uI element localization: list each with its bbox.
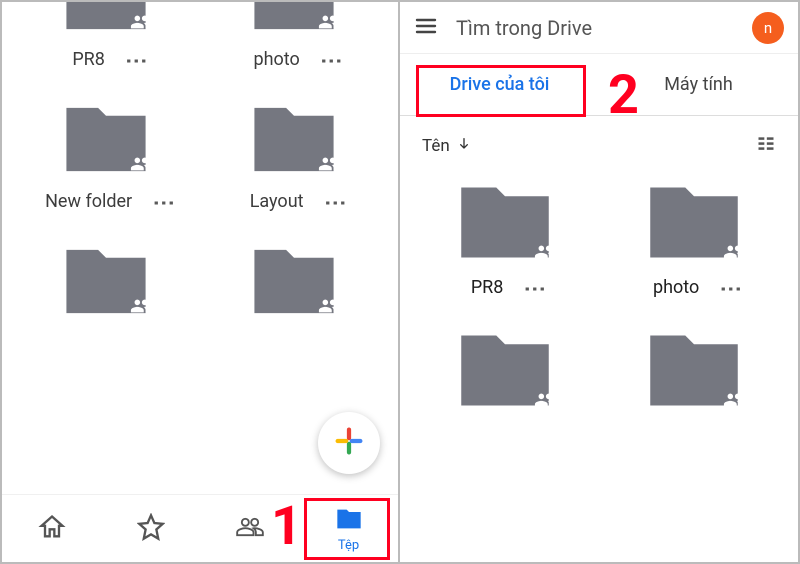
folder-icon [440,318,570,423]
folder-label: Layout [250,191,304,212]
shared-icon [318,153,340,175]
folder-label: PR8 [471,277,504,298]
folder-icon [234,2,354,45]
people-icon [236,513,264,545]
shared-icon [130,153,152,175]
folder-item-partial[interactable] [200,2,388,45]
folder-item-partial[interactable] [12,2,200,45]
shared-icon [723,389,745,411]
folder-icon [440,170,570,275]
folder-item[interactable] [200,234,388,329]
add-button[interactable] [318,412,380,474]
folder-icon [46,92,166,187]
shared-icon [534,241,556,263]
sort-button[interactable]: Tên [422,136,472,157]
folder-grid: PR8 ⋮ photo ⋮ [2,2,398,329]
folder-item[interactable] [12,234,200,329]
plus-icon [332,424,366,462]
folder-item[interactable] [410,318,599,423]
folder-label: photo [653,277,699,298]
star-icon [137,513,165,545]
home-icon [38,513,66,545]
more-icon[interactable]: ⋮ [725,278,734,298]
shared-icon [318,11,340,33]
nav-home[interactable] [2,495,101,562]
folder-icon [629,170,759,275]
nav-files[interactable]: Tệp [299,495,398,562]
folder-icon [629,318,759,423]
more-icon[interactable]: ⋮ [330,192,339,212]
bottom-nav: Tệp [2,494,398,562]
shared-icon [130,295,152,317]
folder-label: PR8 [72,49,105,70]
arrow-down-icon [456,136,472,157]
left-screenshot: PR8 ⋮ photo ⋮ [2,2,400,562]
nav-shared[interactable] [200,495,299,562]
folder-item[interactable] [599,318,788,423]
drive-tabs: Drive của tôi Máy tính [400,54,798,116]
search-placeholder: Tìm trong Drive [456,16,734,40]
folder-icon [46,234,166,329]
folder-item[interactable] [12,92,200,187]
nav-starred[interactable] [101,495,200,562]
sort-row: Tên [400,116,798,164]
folder-label: photo [253,49,299,70]
right-screenshot: Tìm trong Drive n Drive của tôi Máy tính… [400,2,798,562]
folder-item[interactable] [599,170,788,275]
menu-icon[interactable] [414,14,438,42]
more-icon[interactable]: ⋮ [158,192,167,212]
folder-grid: PR8 ⋮ photo ⋮ [400,170,798,423]
folder-label: New folder [45,191,132,212]
shared-icon [318,295,340,317]
shared-icon [130,11,152,33]
more-icon[interactable]: ⋮ [131,50,140,70]
more-icon[interactable]: ⋮ [326,50,335,70]
more-icon[interactable]: ⋮ [529,278,538,298]
shared-icon [723,241,745,263]
shared-icon [534,389,556,411]
search-bar[interactable]: Tìm trong Drive n [400,2,798,54]
nav-label: Tệp [338,538,359,553]
sort-label-text: Tên [422,136,450,156]
view-toggle-icon[interactable] [756,134,776,158]
folder-icon [46,2,166,45]
tab-my-drive[interactable]: Drive của tôi [400,54,599,115]
tab-computers[interactable]: Máy tính [599,54,798,115]
folder-item[interactable] [410,170,599,275]
folder-icon [234,234,354,329]
folder-icon [234,92,354,187]
folder-icon [335,505,363,537]
avatar[interactable]: n [752,12,784,44]
folder-item[interactable] [200,92,388,187]
